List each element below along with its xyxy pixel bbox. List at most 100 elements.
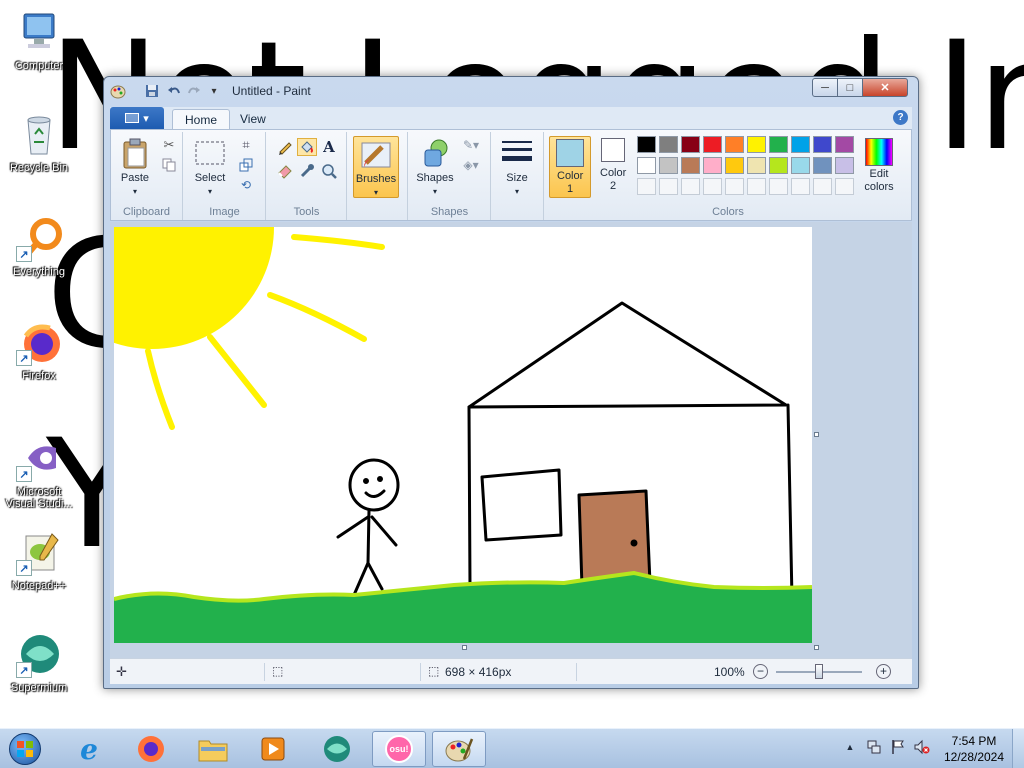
maximize-button[interactable]: □ [837,78,863,97]
palette-color-swatch[interactable] [659,157,678,174]
show-hidden-icons[interactable]: ▲ [842,739,858,755]
palette-custom-color-slot[interactable] [835,178,854,195]
palette-custom-color-slot[interactable] [769,178,788,195]
palette-color-swatch[interactable] [659,136,678,153]
outline-icon[interactable]: ✎▾ [461,136,481,154]
taskbar-internet-explorer[interactable]: e [62,731,116,767]
desktop-icon-visual-studio[interactable]: ↗ Microsoft Visual Studi... [4,436,74,510]
color1-button[interactable]: Color 1 [549,136,591,198]
palette-color-swatch[interactable] [835,136,854,153]
palette-custom-color-slot[interactable] [703,178,722,195]
palette-color-swatch[interactable] [703,136,722,153]
palette-color-swatch[interactable] [637,136,656,153]
palette-custom-color-slot[interactable] [681,178,700,195]
canvas-resize-handle-bottom[interactable] [462,645,467,650]
network-icon[interactable] [866,739,882,755]
image-dimensions: 698 × 416px [445,665,512,679]
eraser-icon[interactable] [275,162,295,180]
desktop-icon-supermium[interactable]: ↗ Supermium [4,632,74,694]
palette-custom-color-slot[interactable] [725,178,744,195]
palette-color-swatch[interactable] [813,157,832,174]
redo-icon[interactable] [186,83,202,99]
palette-color-swatch[interactable] [769,136,788,153]
desktop-icon-notepad-plus-plus[interactable]: ↗ Notepad++ [4,530,74,592]
select-icon [194,138,226,170]
desktop-icon-firefox[interactable]: ↗ Firefox [4,320,74,382]
customize-quick-access-icon[interactable]: ▾ [206,83,222,99]
palette-color-swatch[interactable] [637,157,656,174]
palette-color-swatch[interactable] [791,157,810,174]
clock-time[interactable]: 7:54 PM [946,734,1002,748]
palette-color-swatch[interactable] [791,136,810,153]
tab-home[interactable]: Home [172,109,231,129]
minimize-button[interactable]: ─ [812,78,838,97]
zoom-slider-thumb[interactable] [815,664,823,679]
desktop-icon-recycle-bin[interactable]: Recycle Bin [4,112,74,174]
select-button[interactable]: Select ▾ [190,138,230,198]
palette-color-swatch[interactable] [725,157,744,174]
zoom-in-button[interactable]: + [876,664,891,679]
paste-button[interactable]: Paste ▾ [115,138,155,198]
taskbar-supermium[interactable] [310,731,364,767]
palette-color-swatch[interactable] [769,157,788,174]
resize-icon[interactable] [236,156,256,174]
visual-studio-icon: ↗ [16,436,62,482]
edit-colors-button[interactable]: Edit colors [859,138,899,194]
canvas-resize-handle-corner[interactable] [814,645,819,650]
desktop-icon-everything[interactable]: ↗ Everything [4,216,74,278]
brushes-button[interactable]: Brushes ▾ [353,136,399,198]
color2-button[interactable]: Color 2 [593,138,633,193]
crop-icon[interactable]: ⌗ [236,136,256,154]
palette-color-swatch[interactable] [681,136,700,153]
firefox-icon [138,736,164,762]
size-button[interactable]: Size ▾ [498,138,536,198]
undo-icon[interactable] [166,83,182,99]
save-icon[interactable] [144,83,160,99]
cut-icon[interactable]: ✂ [159,136,179,154]
canvas-area[interactable] [110,222,912,658]
close-button[interactable]: ✕ [862,78,908,97]
palette-custom-color-slot[interactable] [813,178,832,195]
taskbar-osu[interactable]: osu! [372,731,426,767]
drawing-canvas[interactable] [114,227,812,643]
palette-color-swatch[interactable] [681,157,700,174]
taskbar: e osu! ▲ 7:54 PM 12/28/2024 [0,728,1024,768]
canvas-resize-handle-right[interactable] [814,432,819,437]
zoom-out-button[interactable]: − [753,664,768,679]
clock-date[interactable]: 12/28/2024 [940,750,1008,764]
taskbar-paint[interactable] [432,731,486,767]
help-icon[interactable]: ? [893,110,908,125]
palette-custom-color-slot[interactable] [791,178,810,195]
copy-icon[interactable] [159,156,179,174]
color-picker-icon[interactable] [297,162,317,180]
start-button[interactable] [4,729,46,768]
palette-color-swatch[interactable] [747,136,766,153]
show-desktop-button[interactable] [1012,729,1024,768]
palette-color-swatch[interactable] [703,157,722,174]
palette-custom-color-slot[interactable] [747,178,766,195]
palette-custom-color-slot[interactable] [637,178,656,195]
taskbar-firefox[interactable] [124,731,178,767]
action-center-flag-icon[interactable] [890,739,906,755]
palette-color-swatch[interactable] [747,157,766,174]
volume-muted-icon[interactable] [914,739,930,755]
palette-color-swatch[interactable] [725,136,744,153]
fill-bucket-icon[interactable] [297,138,317,156]
rotate-icon[interactable]: ⟲ [236,176,256,194]
text-tool-icon[interactable]: A [319,138,339,156]
magnifier-icon[interactable] [319,162,339,180]
taskbar-media-player[interactable] [246,731,300,767]
tab-view[interactable]: View [228,109,278,129]
shapes-button[interactable]: Shapes ▾ [413,138,457,198]
palette-custom-color-slot[interactable] [659,178,678,195]
paint-app-icon[interactable] [110,83,126,99]
pencil-icon[interactable] [275,138,295,156]
palette-color-swatch[interactable] [835,157,854,174]
fill-icon[interactable]: ◈▾ [461,156,481,174]
shapes-label: Shapes [416,172,454,184]
title-bar[interactable]: ▾ Untitled - Paint ─ □ ✕ [104,77,918,105]
file-menu-button[interactable]: ▾ [110,107,164,129]
taskbar-explorer[interactable] [186,731,240,767]
desktop-icon-computer[interactable]: Computer [4,10,74,72]
palette-color-swatch[interactable] [813,136,832,153]
